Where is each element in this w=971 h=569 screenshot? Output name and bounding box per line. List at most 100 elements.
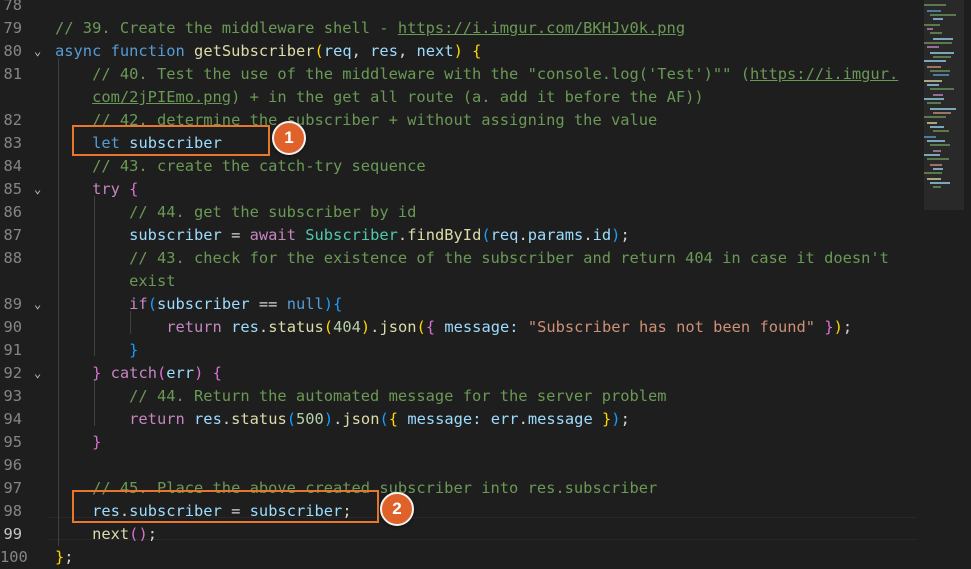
code-token: message bbox=[407, 410, 473, 428]
code-token: ( bbox=[156, 364, 167, 382]
code-line[interactable]: 94 return res.status(500).json({ message… bbox=[0, 408, 960, 431]
line-number: 78 bbox=[3, 0, 22, 14]
code-token: . bbox=[333, 410, 343, 428]
code-token: = bbox=[221, 226, 250, 244]
line-number: 98 bbox=[3, 502, 22, 520]
code-token: ) bbox=[323, 295, 334, 313]
code-text: try { bbox=[55, 178, 138, 201]
code-line[interactable]: 92 ⌄ } catch(err) { bbox=[0, 362, 960, 385]
code-token: try bbox=[92, 180, 120, 198]
line-number: 95 bbox=[3, 433, 22, 451]
code-line[interactable]: exist bbox=[0, 270, 960, 293]
line-number: 80 bbox=[3, 42, 22, 60]
code-token: message bbox=[527, 410, 593, 428]
code-text: } bbox=[55, 431, 101, 454]
code-token: next bbox=[416, 42, 454, 60]
code-line[interactable]: 95 } bbox=[0, 431, 960, 454]
code-line[interactable]: 79 // 39. Create the middleware shell - h… bbox=[0, 17, 960, 40]
annotation-badge-2: 2 bbox=[380, 492, 414, 526]
code-token: ; bbox=[620, 410, 630, 428]
code-token: ) bbox=[611, 410, 621, 428]
code-line[interactable]: 85 ⌄ try { bbox=[0, 178, 960, 201]
code-line[interactable]: 78 bbox=[0, 0, 960, 17]
code-token: req bbox=[490, 226, 519, 244]
code-line[interactable]: 91 } bbox=[0, 339, 960, 362]
line-number: 89 bbox=[3, 295, 22, 313]
code-token: == bbox=[249, 295, 287, 313]
code-token: : bbox=[509, 318, 519, 336]
code-token: async bbox=[55, 42, 102, 60]
code-token: "Subscriber has not been found" bbox=[527, 318, 816, 336]
code-token: // 44. Return the automated message for … bbox=[129, 387, 667, 405]
code-token: catch bbox=[110, 364, 157, 382]
vertical-scrollbar[interactable] bbox=[964, 0, 971, 569]
code-line[interactable]: 89 ⌄ if(subscriber == null){ bbox=[0, 293, 960, 316]
code-line[interactable]: 81 // 40. Test the use of the middleware… bbox=[0, 63, 960, 86]
code-token: message bbox=[444, 318, 510, 336]
code-text: } catch(err) { bbox=[55, 362, 222, 385]
code-token: ( bbox=[481, 226, 491, 244]
code-line[interactable]: 84 // 43. create the catch-try sequence bbox=[0, 155, 960, 178]
code-token: res bbox=[231, 318, 259, 336]
code-token: { bbox=[333, 295, 343, 313]
code-line[interactable]: 87 subscriber = await Subscriber.findByI… bbox=[0, 224, 960, 247]
code-token: 404 bbox=[333, 318, 361, 336]
code-line[interactable]: 99 next(); bbox=[0, 523, 960, 546]
code-token: https://i.imgur.com/BKHJv0k.png bbox=[397, 19, 686, 37]
code-token: status bbox=[268, 318, 324, 336]
line-number: 83 bbox=[3, 134, 22, 152]
code-line[interactable]: 90 return res.status(404).json({ message… bbox=[0, 316, 960, 339]
line-number: 97 bbox=[3, 479, 22, 497]
code-line[interactable]: 96 bbox=[0, 454, 960, 477]
code-token: json bbox=[342, 410, 380, 428]
fold-chevron-icon[interactable]: ⌄ bbox=[34, 293, 46, 316]
code-token: if bbox=[129, 295, 148, 313]
line-number: 90 bbox=[3, 318, 22, 336]
code-token: ( bbox=[286, 410, 297, 428]
line-number: 82 bbox=[3, 111, 22, 129]
code-token: ) bbox=[323, 410, 334, 428]
code-token: ) bbox=[453, 42, 463, 60]
fold-chevron-icon[interactable]: ⌄ bbox=[34, 362, 46, 385]
code-token: exist bbox=[129, 272, 176, 290]
code-token: return bbox=[129, 410, 185, 428]
code-line[interactable]: com/2jPIEmo.png) + in the get all route … bbox=[0, 86, 960, 109]
code-token: findById bbox=[407, 226, 482, 244]
code-token: { bbox=[388, 410, 399, 428]
code-text: // 44. get the subscriber by id bbox=[55, 201, 416, 224]
code-line[interactable]: 100}; bbox=[0, 546, 960, 569]
code-line[interactable]: 86 // 44. get the subscriber by id bbox=[0, 201, 960, 224]
code-text: } bbox=[55, 339, 138, 362]
code-token: . bbox=[221, 410, 232, 428]
code-token: ) bbox=[833, 318, 843, 336]
code-token: subscriber bbox=[156, 295, 250, 313]
line-number: 84 bbox=[3, 157, 22, 175]
code-line[interactable]: 80 ⌄ async function getSubscriber(req, res… bbox=[0, 40, 960, 63]
code-line[interactable]: 93 // 44. Return the automated message f… bbox=[0, 385, 960, 408]
fold-chevron-icon[interactable]: ⌄ bbox=[34, 40, 46, 63]
code-token: , bbox=[397, 42, 417, 60]
code-text: // 43. create the catch-try sequence bbox=[55, 155, 426, 178]
code-line[interactable]: 88 // 43. check for the existence of the… bbox=[0, 247, 960, 270]
line-number: 99 bbox=[3, 525, 22, 543]
code-token: return bbox=[166, 318, 222, 336]
code-token: // 40. Test the use of the middleware wi… bbox=[92, 65, 750, 83]
code-text: // 44. Return the automated message for … bbox=[55, 385, 667, 408]
fold-chevron-icon[interactable]: ⌄ bbox=[34, 178, 46, 201]
code-text: subscriber = await Subscriber.findById(r… bbox=[55, 224, 630, 247]
code-editor[interactable]: 78 79 // 39. Create the middleware shell -… bbox=[0, 0, 971, 569]
code-token: json bbox=[379, 318, 417, 336]
